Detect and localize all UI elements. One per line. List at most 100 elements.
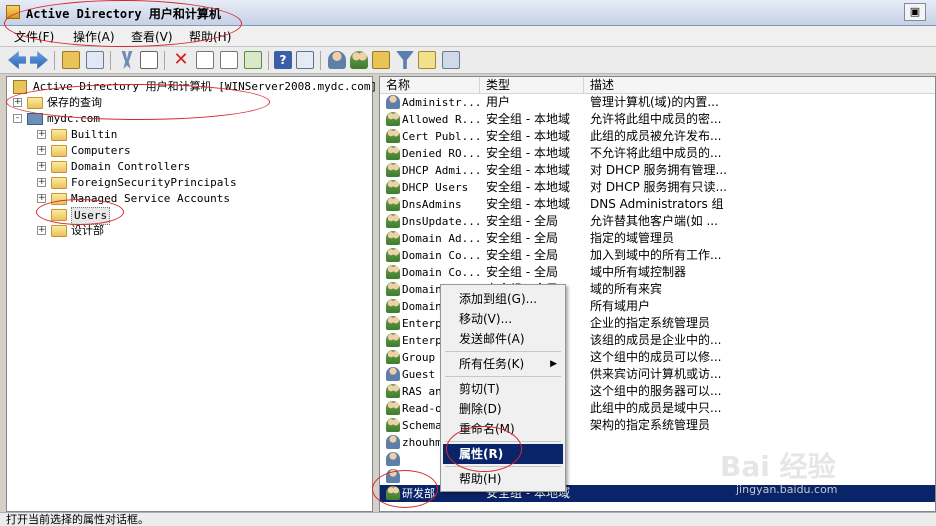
submenu-arrow-icon: ▶ xyxy=(550,359,557,369)
list-item-name: DHCP Admi... xyxy=(402,164,482,177)
list-item[interactable]: Allowed R... 安全组 - 本地域 允许将此组中成员的密... xyxy=(380,111,935,128)
list-item[interactable]: DHCP Admi... 安全组 - 本地域 对 DHCP 服务拥有管理... xyxy=(380,162,935,179)
app-icon xyxy=(6,5,20,19)
menu-action[interactable]: 操作(A) xyxy=(73,28,115,45)
group-icon xyxy=(386,350,400,364)
folder-icon xyxy=(51,177,67,189)
add-to-group-icon[interactable] xyxy=(442,51,460,69)
context-menu-separator xyxy=(445,376,561,377)
list-item[interactable]: DnsUpdate... 安全组 - 全局 允许替其他客户端(如 ... xyxy=(380,213,935,230)
menu-help[interactable]: 帮助(H) xyxy=(189,28,231,45)
list-item-type: 安全组 - 全局 xyxy=(486,248,558,262)
group-icon xyxy=(386,129,400,143)
context-menu-item-label: 属性(R) xyxy=(459,447,504,461)
tree-item-label: mydc.com xyxy=(47,112,100,125)
properties-icon[interactable] xyxy=(196,51,214,69)
delete-icon[interactable]: ✕ xyxy=(172,51,190,69)
tree-item-label: ForeignSecurityPrincipals xyxy=(71,176,237,189)
context-menu-item[interactable]: 添加到组(G)... xyxy=(443,289,563,309)
console-icon[interactable] xyxy=(296,51,314,69)
list-item-type: 安全组 - 本地域 xyxy=(486,112,570,126)
context-menu-item[interactable]: 发送邮件(A) xyxy=(443,329,563,349)
list-item-description: 架构的指定系统管理员 xyxy=(590,418,711,432)
expand-icon[interactable]: + xyxy=(37,146,46,155)
list-item[interactable]: Domain Co... 安全组 - 全局 域中所有域控制器 xyxy=(380,264,935,281)
list-item[interactable]: Domain Co... 安全组 - 全局 加入到域中的所有工作... xyxy=(380,247,935,264)
group-icon xyxy=(386,265,400,279)
context-menu-item[interactable]: 所有任务(K) ▶ xyxy=(443,354,563,374)
list-item-name: Cert Publ... xyxy=(402,130,482,143)
expand-icon[interactable]: + xyxy=(37,130,46,139)
list-item[interactable]: DnsAdmins 安全组 - 本地域 DNS Administrators 组 xyxy=(380,196,935,213)
new-user-icon[interactable] xyxy=(328,51,346,69)
context-menu-item[interactable]: 属性(R) xyxy=(443,444,563,464)
column-description[interactable]: 描述 xyxy=(584,77,935,94)
toolbar-separator xyxy=(164,51,165,70)
collapse-icon[interactable]: - xyxy=(13,114,22,123)
list-item-description: 不允许将此组中成员的... xyxy=(590,146,722,160)
expand-icon[interactable]: + xyxy=(37,226,46,235)
new-group-icon[interactable] xyxy=(350,51,368,69)
list-item[interactable]: Domain Ad... 安全组 - 全局 指定的域管理员 xyxy=(380,230,935,247)
list-item-description: 对 DHCP 服务拥有只读... xyxy=(590,180,727,194)
list-item[interactable]: Denied RO... 安全组 - 本地域 不允许将此组中成员的... xyxy=(380,145,935,162)
tree-item-label: 设计部 xyxy=(71,224,104,237)
list-item-description: 所有域用户 xyxy=(590,299,651,313)
show-tree-icon[interactable] xyxy=(86,51,104,69)
group-icon xyxy=(386,163,400,177)
menu-view[interactable]: 查看(V) xyxy=(131,28,173,45)
up-folder-icon[interactable] xyxy=(62,51,80,69)
back-icon[interactable] xyxy=(8,51,26,69)
filter-icon[interactable] xyxy=(396,51,414,69)
user-icon xyxy=(386,367,400,381)
user-icon xyxy=(386,452,400,466)
list-item-name: DHCP Users xyxy=(402,181,469,194)
expand-icon[interactable]: + xyxy=(37,178,46,187)
group-icon xyxy=(386,384,400,398)
list-item[interactable]: DHCP Users 安全组 - 本地域 对 DHCP 服务拥有只读... xyxy=(380,179,935,196)
ad-console-icon xyxy=(13,80,27,94)
group-icon xyxy=(386,486,400,500)
list-item-type: 安全组 - 本地域 xyxy=(486,146,570,160)
copy-icon[interactable] xyxy=(140,51,158,69)
list-item[interactable]: Cert Publ... 安全组 - 本地域 此组的成员被允许发布... xyxy=(380,128,935,145)
menu-file[interactable]: 文件(F) xyxy=(14,28,54,45)
list-item-description: 该组的成员是企业中的... xyxy=(590,333,722,347)
column-type[interactable]: 类型 xyxy=(480,77,584,94)
refresh-icon[interactable] xyxy=(220,51,238,69)
domain-icon xyxy=(27,113,43,125)
expand-icon[interactable]: + xyxy=(37,194,46,203)
context-menu-item[interactable]: 移动(V)... xyxy=(443,309,563,329)
restore-button[interactable]: ▣ xyxy=(904,3,926,21)
expand-icon[interactable]: + xyxy=(37,162,46,171)
toolbar-separator xyxy=(110,51,111,70)
list-item-description: 这个组中的成员可以修... xyxy=(590,350,722,364)
list-item[interactable]: Administr... 用户 管理计算机(域)的内置... xyxy=(380,94,935,111)
cut-icon[interactable] xyxy=(121,51,133,69)
list-item-type: 安全组 - 全局 xyxy=(486,231,558,245)
folder-icon xyxy=(51,145,67,157)
forward-icon[interactable] xyxy=(30,51,48,69)
list-item-name: Denied RO... xyxy=(402,147,482,160)
group-icon xyxy=(386,401,400,415)
expand-icon[interactable]: + xyxy=(13,98,22,107)
list-item-description: 允许替其他客户端(如 ... xyxy=(590,214,718,228)
help-icon[interactable]: ? xyxy=(274,51,292,69)
context-menu-item[interactable]: 帮助(H) xyxy=(443,469,563,489)
toolbar-separator xyxy=(268,51,269,70)
context-menu-item[interactable]: 剪切(T) xyxy=(443,379,563,399)
context-menu-item[interactable]: 删除(D) xyxy=(443,399,563,419)
context-menu-item-label: 剪切(T) xyxy=(459,382,500,396)
export-list-icon[interactable] xyxy=(244,51,262,69)
list-item-name: zhouhm xyxy=(402,436,442,449)
context-menu-separator xyxy=(445,441,561,442)
new-ou-icon[interactable] xyxy=(372,51,390,69)
find-icon[interactable] xyxy=(418,51,436,69)
context-menu-item[interactable]: 重命名(M) xyxy=(443,419,563,439)
list-item-description: 对 DHCP 服务拥有管理... xyxy=(590,163,727,177)
group-icon xyxy=(386,418,400,432)
group-icon xyxy=(386,214,400,228)
list-item-description: 此组的成员被允许发布... xyxy=(590,129,722,143)
list-item-description: 允许将此组中成员的密... xyxy=(590,112,722,126)
column-name[interactable]: 名称 xyxy=(380,77,480,94)
